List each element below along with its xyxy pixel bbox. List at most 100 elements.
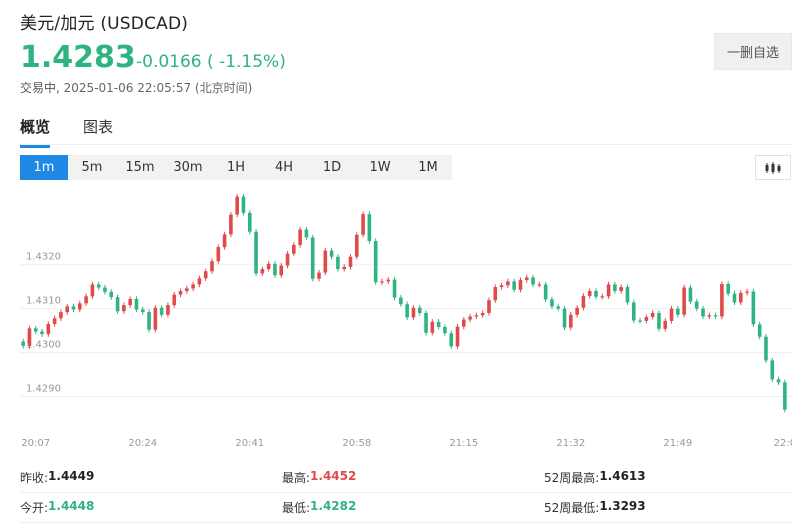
stat-label: 最低: bbox=[282, 501, 311, 515]
candle-body bbox=[153, 307, 158, 330]
stat-high: 最高: 1.4452 bbox=[282, 469, 544, 486]
candle-body bbox=[569, 314, 573, 328]
candle-body bbox=[185, 288, 189, 292]
chart-type-button[interactable] bbox=[755, 155, 791, 180]
candle-body bbox=[59, 312, 63, 319]
x-tick-label: 21:32 bbox=[556, 438, 585, 449]
candle-body bbox=[770, 360, 775, 380]
candle-body bbox=[600, 296, 605, 298]
stat-label: 最高: bbox=[282, 471, 311, 485]
candle-body bbox=[386, 279, 391, 282]
candle-body bbox=[392, 279, 397, 298]
candle-body bbox=[455, 326, 460, 347]
stat-value: 1.4282 bbox=[310, 499, 357, 513]
candle-body bbox=[531, 277, 535, 285]
candle-body bbox=[663, 320, 668, 329]
stats-table: 昨收: 1.4449 最高: 1.4452 52周最高: 1.4613 今开: … bbox=[20, 463, 792, 523]
candle-body bbox=[506, 281, 510, 286]
candle-body bbox=[462, 319, 466, 327]
candle-body bbox=[732, 293, 737, 303]
candle-body bbox=[405, 304, 409, 318]
candle-body bbox=[109, 291, 114, 298]
candle-body bbox=[613, 284, 617, 292]
stats-row: 昨收: 1.4449 最高: 1.4452 52周最高: 1.4613 bbox=[20, 463, 792, 493]
candle-body bbox=[40, 331, 44, 335]
candle-body bbox=[96, 284, 101, 288]
x-tick-label: 20:07 bbox=[21, 438, 50, 449]
candle-body bbox=[480, 313, 485, 316]
x-tick-label: 22:0 bbox=[774, 438, 792, 449]
candle-body bbox=[417, 307, 422, 313]
candle-body bbox=[373, 240, 378, 283]
stat-52w-low: 52周最低: 1.3293 bbox=[544, 499, 646, 516]
candle-body bbox=[688, 287, 693, 302]
candle-body bbox=[197, 278, 202, 285]
remove-watchlist-button[interactable]: 一删自选 bbox=[714, 33, 792, 70]
candle-body bbox=[285, 253, 290, 266]
candle-body bbox=[147, 312, 151, 330]
interval-5m[interactable]: 5m bbox=[68, 155, 116, 180]
interval-30m[interactable]: 30m bbox=[164, 155, 212, 180]
interval-selector: 1m 5m 15m 30m 1H 4H 1D 1W 1M bbox=[20, 155, 452, 180]
candle-body bbox=[128, 298, 132, 306]
y-tick-label: 1.4290 bbox=[26, 383, 61, 394]
candle-body bbox=[367, 214, 372, 241]
candle-body bbox=[776, 379, 781, 383]
candle-body bbox=[266, 263, 271, 270]
candle-body bbox=[713, 315, 718, 317]
candle-body bbox=[424, 313, 428, 333]
candle-body bbox=[474, 315, 479, 317]
stat-low: 最低: 1.4282 bbox=[282, 499, 544, 516]
stat-value: 1.4613 bbox=[599, 469, 646, 483]
interval-1mo[interactable]: 1M bbox=[404, 155, 452, 180]
price-change: -0.0166 ( -1.15%) bbox=[136, 52, 286, 72]
instrument-title: 美元/加元 (USDCAD) bbox=[20, 14, 189, 34]
trading-status: 交易中, 2025-01-06 22:05:57 (北京时间) bbox=[20, 79, 252, 96]
candle-body bbox=[449, 333, 454, 347]
interval-4h[interactable]: 4H bbox=[260, 155, 308, 180]
stat-label: 今开: bbox=[20, 501, 49, 515]
candle-body bbox=[222, 234, 227, 248]
candle-body bbox=[550, 299, 554, 307]
candle-body bbox=[587, 291, 592, 296]
candle-body bbox=[354, 234, 359, 257]
interval-1w[interactable]: 1W bbox=[356, 155, 404, 180]
candle-body bbox=[166, 305, 170, 315]
candle-body bbox=[317, 272, 321, 279]
candle-body bbox=[247, 212, 252, 232]
candle-body bbox=[720, 284, 724, 317]
candle-body bbox=[701, 308, 705, 317]
candle-body bbox=[279, 265, 284, 276]
candle-body bbox=[537, 284, 542, 286]
price-chart[interactable]: 1.4320 1.4310 1.4300 1.4290 20:07 20:24 20:41 2… bbox=[20, 190, 792, 450]
candle-body bbox=[650, 313, 655, 317]
interval-1m[interactable]: 1m bbox=[20, 155, 68, 180]
candle-body bbox=[216, 247, 221, 262]
stat-open: 今开: 1.4448 bbox=[20, 499, 282, 516]
candle-body bbox=[436, 321, 441, 328]
stat-label: 52周最低: bbox=[544, 501, 600, 515]
last-price: 1.4283 bbox=[20, 40, 136, 75]
candle-body bbox=[430, 321, 435, 333]
candle-body bbox=[71, 306, 76, 310]
candle-body bbox=[115, 297, 120, 312]
tab-divider bbox=[20, 144, 792, 145]
stats-row: 今开: 1.4448 最低: 1.4282 52周最低: 1.3293 bbox=[20, 493, 792, 523]
candle-body bbox=[159, 307, 164, 315]
interval-1d[interactable]: 1D bbox=[308, 155, 356, 180]
candle-body bbox=[657, 313, 661, 329]
interval-1h[interactable]: 1H bbox=[212, 155, 260, 180]
candle-body bbox=[342, 266, 346, 270]
candle-body bbox=[21, 341, 25, 346]
candle-body bbox=[52, 318, 57, 324]
candle-body bbox=[783, 382, 787, 410]
candle-body bbox=[241, 196, 246, 213]
candle-body bbox=[134, 298, 139, 310]
interval-15m[interactable]: 15m bbox=[116, 155, 164, 180]
candle-body bbox=[210, 261, 214, 272]
candle-body bbox=[348, 256, 353, 267]
x-tick-label: 20:24 bbox=[128, 438, 157, 449]
stat-value: 1.4448 bbox=[48, 499, 95, 513]
candle-body bbox=[468, 316, 472, 320]
candle-body bbox=[361, 214, 365, 235]
